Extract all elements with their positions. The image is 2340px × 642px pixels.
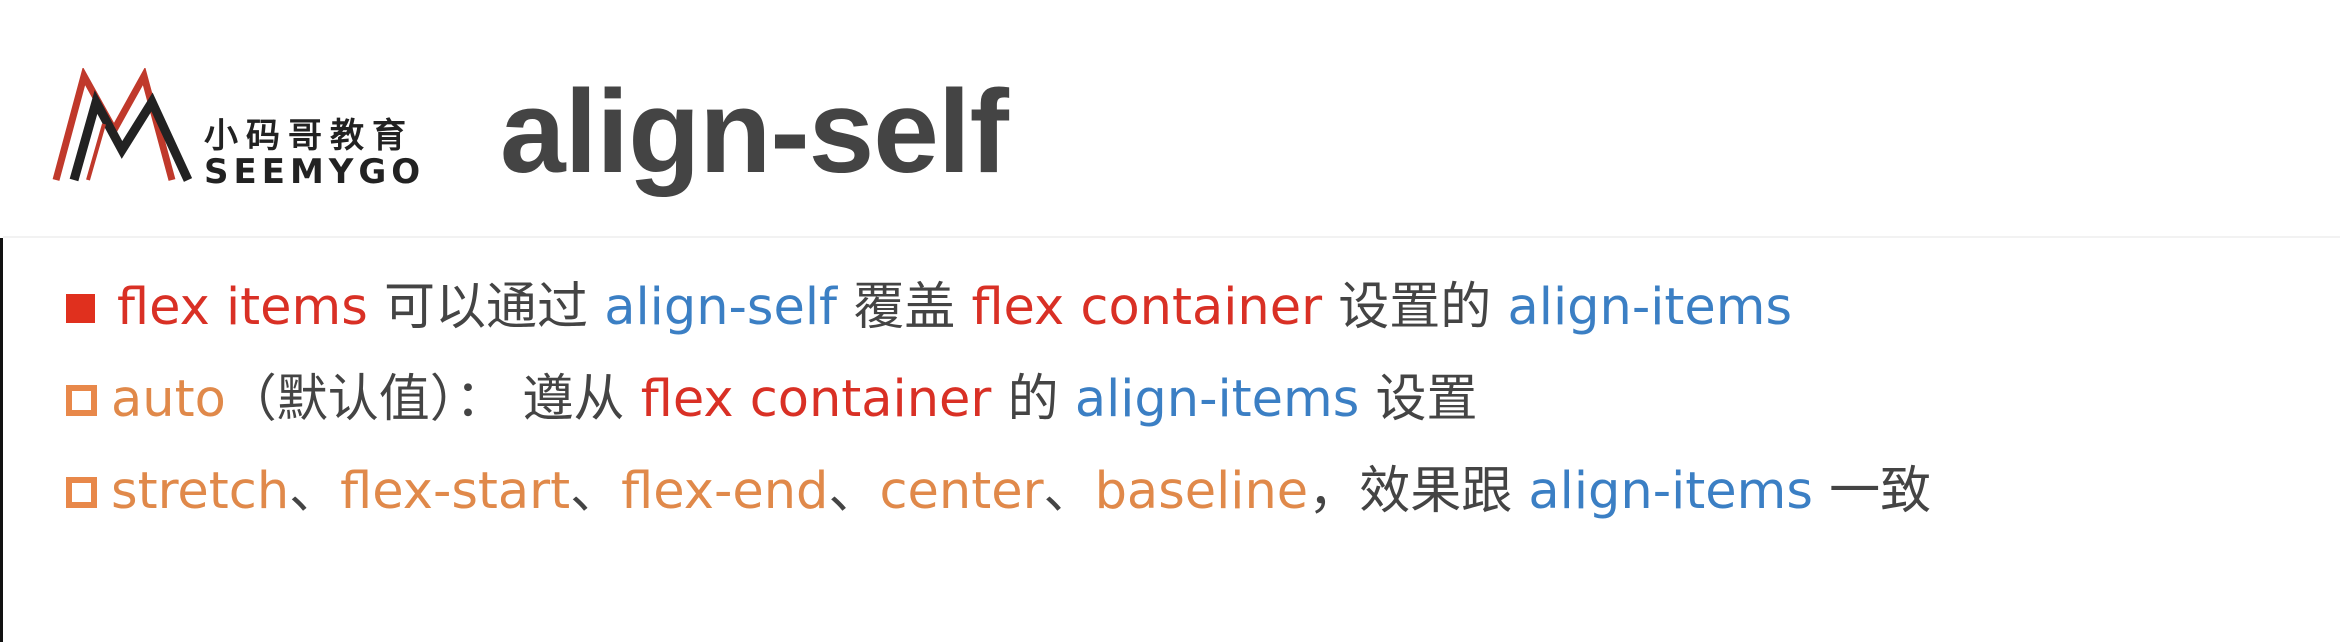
hollow-square-bullet-icon xyxy=(66,384,97,416)
logo-english-text: SEEMYGO xyxy=(204,152,426,192)
text-segment: 设置 xyxy=(1359,370,1478,429)
text-segment: stretch xyxy=(111,462,290,521)
text-segment: flex-end xyxy=(621,462,829,521)
text-segment: flex container xyxy=(971,278,1323,337)
text-segment: 可以通过 xyxy=(367,278,605,337)
bullet-line-1: flex items 可以通过 align-self 覆盖 flex conta… xyxy=(66,262,2316,354)
hollow-square-bullet-icon xyxy=(66,476,97,508)
text-segment: align-items xyxy=(1507,278,1793,337)
text-segment: align-items xyxy=(1074,370,1360,429)
text-segment: align-items xyxy=(1528,462,1813,521)
bullet-line-2: auto （默认值）： 遵从 flex container 的 align-it… xyxy=(66,354,2316,446)
text-segment: 、 xyxy=(289,462,341,521)
text-segment: flex items xyxy=(117,278,368,337)
slide-title: align-self xyxy=(500,66,1009,198)
text-segment: auto xyxy=(111,370,226,429)
header-divider xyxy=(3,236,2340,238)
slide-header: 小码哥教育 SEEMYGO align-self xyxy=(0,0,2340,238)
text-segment: flex container xyxy=(640,370,992,429)
text-segment: 、 xyxy=(828,462,880,521)
logo-chinese-text: 小码哥教育 xyxy=(204,116,414,156)
text-segment: ，效果跟 xyxy=(1308,462,1529,521)
seemygo-logo: 小码哥教育 SEEMYGO xyxy=(52,68,442,192)
text-segment: 一致 xyxy=(1812,462,1932,521)
text-segment: （默认值）： 遵从 xyxy=(225,370,641,429)
text-segment: center xyxy=(879,462,1044,521)
text-segment: align-self xyxy=(604,278,837,337)
text-segment: flex-start xyxy=(340,462,571,521)
bullet-line-3: stretch 、 flex-start 、 flex-end 、 center… xyxy=(66,446,2316,538)
text-segment: 、 xyxy=(1043,462,1095,521)
bullet-list: flex items 可以通过 align-self 覆盖 flex conta… xyxy=(66,262,2316,538)
text-segment: 覆盖 xyxy=(837,278,972,337)
text-segment: 、 xyxy=(570,462,622,521)
text-segment: 设置的 xyxy=(1322,278,1508,337)
logo-m-icon xyxy=(52,68,193,182)
filled-square-bullet-icon xyxy=(66,293,95,323)
text-segment: baseline xyxy=(1094,462,1309,521)
text-segment: 的 xyxy=(991,370,1075,429)
